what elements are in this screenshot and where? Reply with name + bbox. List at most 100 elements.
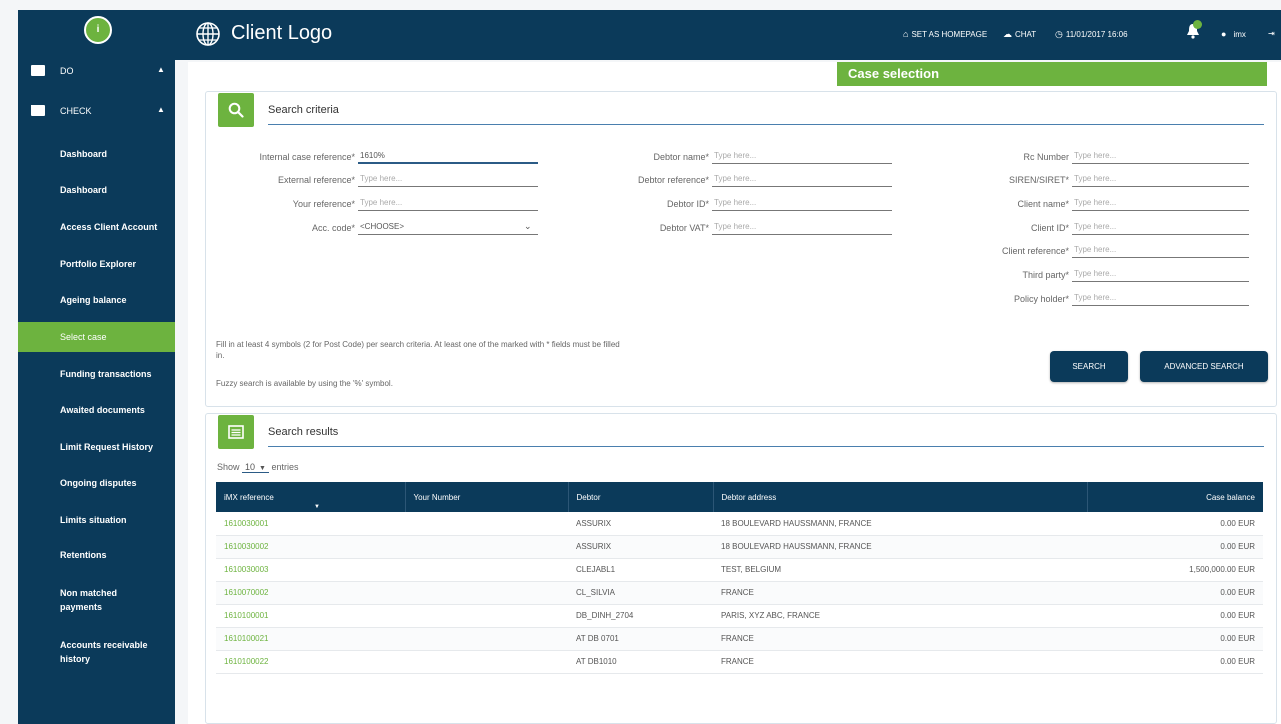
sidebar-item-label: payments [60, 602, 103, 612]
siren-siret-input[interactable] [1072, 171, 1249, 187]
field-label: Debtor name* [653, 152, 709, 162]
sidebar-item-select-case[interactable]: Select case [18, 322, 175, 352]
table-row[interactable]: 1610030002 ASSURIX 18 BOULEVARD HAUSSMAN… [216, 535, 1263, 559]
search-icon [228, 102, 244, 118]
rc-number-input[interactable] [1072, 148, 1249, 164]
your-number-cell [405, 512, 568, 536]
client-logo: Client Logo [231, 22, 333, 44]
imx-reference-link[interactable]: 1610100022 [216, 650, 405, 674]
globe-icon [196, 22, 220, 46]
debtor-cell: ASSURIX [568, 512, 713, 536]
sidebar-item-ongoing-disputes[interactable]: Ongoing disputes [18, 478, 175, 488]
datetime-label: 11/01/2017 16:06 [1065, 30, 1128, 39]
advanced-search-button[interactable]: ADVANCED SEARCH [1140, 351, 1268, 382]
sidebar-group-do[interactable]: DO ▲ [18, 61, 175, 83]
table-row[interactable]: 1610100021 AT DB 0701 FRANCE 0.00 EUR [216, 627, 1263, 651]
column-header-imx-reference[interactable]: iMX reference ▼ [216, 482, 406, 512]
briefcase-icon [31, 65, 45, 76]
client-id-input[interactable] [1072, 219, 1249, 235]
field-label: Debtor reference* [637, 175, 709, 185]
caret-up-icon: ▲ [157, 105, 165, 114]
debtor-cell: AT DB 0701 [568, 627, 713, 651]
policy-holder-input[interactable] [1072, 290, 1249, 306]
your-number-cell [405, 535, 568, 559]
notification-badge [1193, 20, 1202, 29]
field-label: Third party* [1022, 270, 1069, 280]
column-header-debtor[interactable]: Debtor [568, 482, 714, 512]
sidebar-item-portfolio-explorer[interactable]: Portfolio Explorer [18, 259, 175, 269]
show-label: Show [217, 462, 240, 472]
client-reference-input[interactable] [1072, 242, 1249, 258]
sidebar-item-limits-situation[interactable]: Limits situation [18, 515, 175, 525]
datetime-display: ◷ 11/01/2017 16:06 [1055, 29, 1128, 40]
column-header-label: Case balance [1206, 492, 1255, 502]
policy-holder-field: Policy holder* [922, 290, 1252, 308]
imx-reference-link[interactable]: 1610100021 [216, 627, 405, 651]
imx-reference-link[interactable]: 1610030002 [216, 535, 405, 559]
panel-divider [268, 446, 1264, 447]
table-row[interactable]: 1610030001 ASSURIX 18 BOULEVARD HAUSSMAN… [216, 512, 1263, 536]
sidebar-item-ageing-balance[interactable]: Ageing balance [18, 295, 175, 305]
third-party-input[interactable] [1072, 266, 1249, 282]
table-row[interactable]: 1610100022 AT DB1010 FRANCE 0.00 EUR [216, 650, 1263, 674]
debtor-id-field: Debtor ID* [562, 195, 892, 213]
debtor-reference-field: Debtor reference* [562, 171, 892, 189]
your-reference-input[interactable] [358, 195, 538, 211]
your-reference-field: Your reference* [208, 195, 538, 213]
table-row[interactable]: 1610070002 CL_SILVIA FRANCE 0.00 EUR [216, 581, 1263, 605]
chat-button[interactable]: ☁ CHAT [1003, 29, 1036, 40]
field-label: Client reference* [1001, 246, 1069, 256]
sidebar-item-limit-request-history[interactable]: Limit Request History [18, 442, 175, 452]
show-entries-control: Show 10 ▼ entries [217, 462, 299, 473]
column-header-case-balance[interactable]: Case balance [1087, 482, 1263, 512]
imx-reference-link[interactable]: 1610100001 [216, 604, 405, 628]
sidebar-item-label: Non matched [60, 588, 118, 598]
acc-code-field: Acc. code* ⌄ [208, 219, 538, 237]
acc-code-select[interactable] [358, 219, 538, 235]
user-name: imx [1233, 30, 1246, 39]
table-row[interactable]: 1610100001 DB_DINH_2704 PARIS, XYZ ABC, … [216, 604, 1263, 628]
sidebar-item-dashboard[interactable]: Dashboard [18, 149, 175, 159]
sidebar-item-retentions[interactable]: Retentions [18, 550, 175, 560]
imx-reference-link[interactable]: 1610070002 [216, 581, 405, 605]
sidebar-item-non-matched-payments[interactable]: Non matched payments [18, 588, 175, 612]
user-menu[interactable]: ● imx [1221, 29, 1246, 39]
external-reference-input[interactable] [358, 171, 538, 187]
column-header-your-number[interactable]: Your Number [405, 482, 569, 512]
internal-case-reference-field: Internal case reference* [208, 148, 538, 166]
entries-value: 10 [245, 462, 256, 472]
list-icon [228, 425, 244, 439]
debtor-cell: CL_SILVIA [568, 581, 713, 605]
panel-title: Search criteria [268, 104, 339, 116]
case-balance-cell: 1,500,000.00 EUR [1087, 558, 1263, 582]
entries-select[interactable]: 10 ▼ [242, 462, 269, 473]
debtor-cell: AT DB1010 [568, 650, 713, 674]
debtor-reference-input[interactable] [712, 171, 892, 187]
search-badge [218, 93, 254, 127]
top-bar: Client Logo ⌂ SET AS HOMEPAGE ☁ CHAT ◷ 11/0… [175, 10, 1281, 60]
set-homepage-button[interactable]: ⌂ SET AS HOMEPAGE [903, 29, 987, 39]
client-name-input[interactable] [1072, 195, 1249, 211]
caret-down-icon: ▼ [259, 465, 266, 472]
debtor-name-input[interactable] [712, 148, 892, 164]
debtor-cell: CLEJABL1 [568, 558, 713, 582]
table-row[interactable]: 1610030003 CLEJABL1 TEST, BELGIUM 1,500,… [216, 558, 1263, 582]
sidebar-item-access-client-account[interactable]: Access Client Account [18, 222, 175, 232]
sidebar-item-awaited-documents[interactable]: Awaited documents [18, 405, 175, 415]
imx-reference-link[interactable]: 1610030001 [216, 512, 405, 536]
column-header-debtor-address[interactable]: Debtor address [713, 482, 1088, 512]
imx-reference-link[interactable]: 1610030003 [216, 558, 405, 582]
debtor-address-cell: FRANCE [713, 581, 1087, 605]
logout-icon[interactable]: ⇥ [1268, 29, 1275, 38]
your-number-cell [405, 581, 568, 605]
sidebar-group-check[interactable]: CHECK ▲ [18, 101, 175, 123]
debtor-vat-input[interactable] [712, 219, 892, 235]
debtor-address-cell: FRANCE [713, 627, 1087, 651]
sidebar-item-funding-transactions[interactable]: Funding transactions [18, 369, 175, 379]
search-button[interactable]: SEARCH [1050, 351, 1128, 382]
debtor-id-input[interactable] [712, 195, 892, 211]
sidebar-item-dashboard-2[interactable]: Dashboard [18, 185, 175, 195]
internal-case-reference-input[interactable] [358, 148, 538, 164]
debtor-address-cell: TEST, BELGIUM [713, 558, 1087, 582]
sidebar-item-accounts-receivable-history[interactable]: Accounts receivable history [18, 640, 175, 664]
